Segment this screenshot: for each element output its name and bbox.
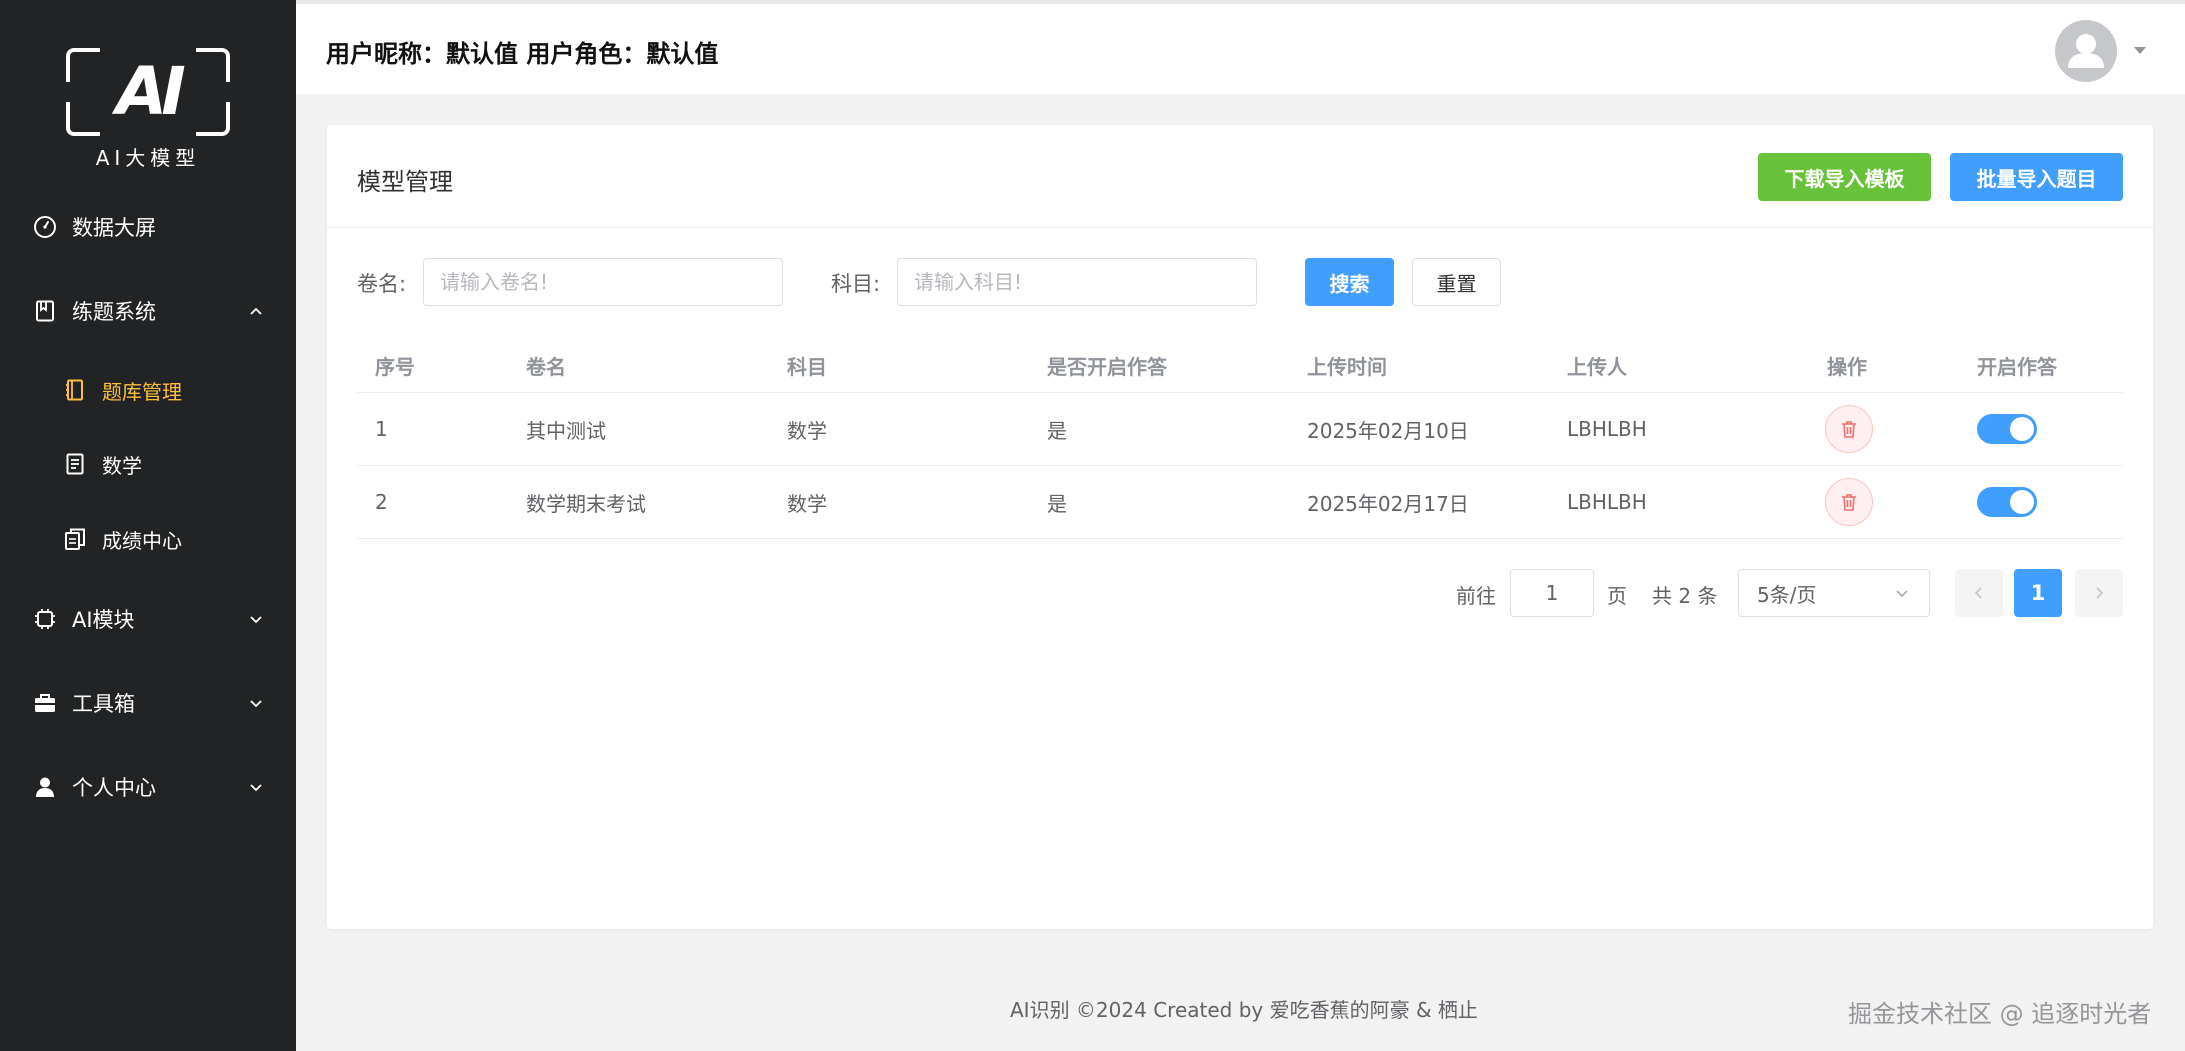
page-size-select[interactable]: 5条/页 [1738,569,1930,617]
sidebar-item-label: 数学 [102,453,142,478]
role-label: 用户角色： [526,40,647,68]
sidebar-item-profile[interactable]: 个人中心 [0,759,296,815]
top-header: 用户昵称：默认值 用户角色：默认值 [296,0,2185,94]
reset-button[interactable]: 重置 [1412,258,1501,306]
card-title: 模型管理 [357,168,453,196]
cell-open-status: 是 [1047,418,1067,443]
cpu-icon [32,606,58,632]
sidebar-item-ai-module[interactable]: AI模块 [0,591,296,647]
column-header: 上传人 [1567,354,1627,379]
delete-button[interactable] [1825,478,1873,526]
document-icon [62,451,88,477]
cell-index: 1 [375,417,388,441]
avatar[interactable] [2055,20,2117,82]
papers-table: 序号 卷名 科目 是否开启作答 上传时间 上传人 操作 开启作答 1 其中测试 … [357,338,2123,539]
pagination-page-label: 页 [1607,584,1627,608]
sidebar-item-label: 数据大屏 [72,216,156,240]
sidebar-item-toolbox[interactable]: 工具箱 [0,675,296,731]
pagination-goto-input[interactable] [1510,569,1594,617]
table-row: 2 数学期末考试 数学 是 2025年02月17日 LBHLBH [357,466,2123,539]
notebook-icon [62,377,88,403]
cell-paper-name: 其中测试 [526,418,606,443]
nickname-value: 默认值 [446,40,518,68]
cell-subject: 数学 [787,418,827,443]
model-management-card: 模型管理 下载导入模板 批量导入题目 卷名: 科目: 搜索 重置 序号 卷名 科… [327,125,2153,929]
sidebar-item-math[interactable]: 数学 [0,436,296,492]
page-size-value: 5条/页 [1757,582,1817,607]
user-avatar-icon [2068,34,2104,68]
trash-icon [1842,421,1856,438]
app-root: AI AI大模型 数据大屏 练题系统 题库管理 数学 成绩中心 AI模块 工具箱… [0,0,2185,1051]
column-header: 上传时间 [1307,354,1387,379]
watermark: 掘金技术社区 @ 追逐时光者 [1848,1000,2152,1028]
user-icon [32,774,58,800]
download-template-button[interactable]: 下载导入模板 [1758,153,1931,201]
chevron-down-icon [250,616,262,624]
toggle-cell [1977,393,2037,465]
footer-copyright: AI识别 ©2024 Created by 爱吃香蕉的阿豪 & 栖止 [1010,998,1478,1022]
nickname-label: 用户昵称： [326,40,446,68]
chevron-up-icon [250,307,262,315]
batch-import-button[interactable]: 批量导入题目 [1950,153,2123,201]
column-header: 是否开启作答 [1047,354,1167,379]
briefcase-icon [32,690,58,716]
cell-uploader: LBHLBH [1567,490,1647,514]
column-header: 卷名 [526,354,566,379]
cell-subject: 数学 [787,491,827,516]
table-header-row: 序号 卷名 科目 是否开启作答 上传时间 上传人 操作 开启作答 [357,338,2123,393]
cell-upload-time: 2025年02月10日 [1307,418,1469,443]
search-button[interactable]: 搜索 [1305,258,1394,306]
user-info: 用户昵称：默认值 用户角色：默认值 [326,34,718,69]
column-header: 序号 [375,354,415,379]
chevron-left-icon [1974,587,1982,599]
caret-down-icon[interactable] [2132,44,2148,56]
subject-label: 科目: [831,272,881,296]
logo-mark: AI [66,48,230,136]
column-header: 开启作答 [1977,354,2057,379]
cell-uploader: LBHLBH [1567,417,1647,441]
sidebar-item-label: 成绩中心 [102,528,182,553]
prev-page-button[interactable] [1955,569,2003,617]
paper-name-label: 卷名: [357,272,407,296]
book-icon [32,298,58,324]
card-header: 模型管理 下载导入模板 批量导入题目 [327,125,2153,228]
cell-index: 2 [375,490,388,514]
delete-button-cell [1825,466,1873,538]
role-value: 默认值 [646,40,719,68]
toggle-cell [1977,466,2037,538]
logo-text: AI大模型 [95,146,201,170]
sidebar-item-dashboard[interactable]: 数据大屏 [0,199,296,255]
chevron-down-icon [250,700,262,708]
chevron-down-icon [1896,590,1908,598]
copy-document-icon [62,526,88,552]
chevron-down-icon [250,784,262,792]
sidebar: AI AI大模型 数据大屏 练题系统 题库管理 数学 成绩中心 AI模块 工具箱… [0,0,296,1051]
column-header: 操作 [1827,354,1867,379]
pagination-total: 共 2 条 [1652,584,1718,608]
subject-input[interactable] [897,258,1257,306]
trash-icon [1842,494,1856,511]
cell-paper-name: 数学期末考试 [526,491,646,516]
paper-name-input[interactable] [423,258,783,306]
sidebar-item-question-bank[interactable]: 题库管理 [0,362,296,418]
table-row: 1 其中测试 数学 是 2025年02月10日 LBHLBH [357,393,2123,466]
next-page-button[interactable] [2075,569,2123,617]
sidebar-item-practice[interactable]: 练题系统 [0,283,296,339]
column-header: 科目 [787,354,827,379]
logo: AI AI大模型 [0,48,296,171]
sidebar-item-scores[interactable]: 成绩中心 [0,511,296,567]
page-number-button[interactable]: 1 [2014,569,2062,617]
answer-toggle[interactable] [1977,487,2037,517]
delete-button[interactable] [1825,405,1873,453]
cell-upload-time: 2025年02月17日 [1307,491,1469,516]
cell-open-status: 是 [1047,491,1067,516]
pagination-goto-label: 前往 [1456,584,1496,608]
gauge-icon [32,214,58,240]
answer-toggle[interactable] [1977,414,2037,444]
delete-button-cell [1825,393,1873,465]
chevron-right-icon [2096,587,2104,599]
sidebar-item-label: 题库管理 [102,379,182,404]
